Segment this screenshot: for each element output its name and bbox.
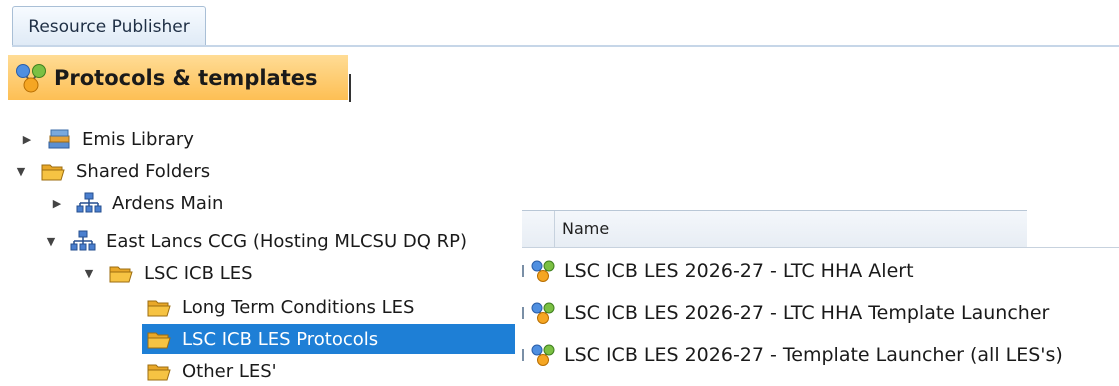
tree-item-lsc-icb-les-protocols[interactable]: LSC ICB LES Protocols bbox=[142, 324, 515, 354]
tree-item-label: Shared Folders bbox=[76, 160, 211, 182]
list-item-name: LSC ICB LES 2026-27 - LTC HHA Template L… bbox=[564, 302, 1050, 324]
column-header-name[interactable]: Name bbox=[562, 211, 609, 247]
row-indicator bbox=[522, 307, 524, 319]
tree-item-label: East Lancs CCG (Hosting MLCSU DQ RP) bbox=[106, 230, 467, 252]
books-icon bbox=[48, 129, 70, 149]
tree-item-label: Other LES' bbox=[182, 360, 277, 382]
tree-item-ardens-main[interactable]: ▶ Ardens Main bbox=[50, 188, 223, 218]
tree-item-shared-folders[interactable]: ▼ Shared Folders bbox=[14, 156, 210, 186]
tree-item-label: Ardens Main bbox=[112, 192, 224, 214]
folder-open-icon bbox=[41, 164, 65, 181]
protocol-icon bbox=[531, 344, 555, 366]
chevron-right-icon[interactable]: ▶ bbox=[50, 196, 64, 210]
tree-item-emis-library[interactable]: ▶ Emis Library bbox=[20, 124, 194, 154]
list-item-name: LSC ICB LES 2026-27 - Template Launcher … bbox=[564, 344, 1063, 366]
row-indicator bbox=[522, 265, 524, 277]
list-item[interactable]: LSC ICB LES 2026-27 - LTC HHA Alert bbox=[522, 254, 1119, 288]
tree-item-label: LSC ICB LES bbox=[144, 262, 253, 284]
tree-item-east-lancs-ccg[interactable]: ▼ East Lancs CCG (Hosting MLCSU DQ RP) bbox=[44, 226, 467, 256]
list-item[interactable]: LSC ICB LES 2026-27 - LTC HHA Template L… bbox=[522, 296, 1119, 330]
tab-resource-publisher[interactable]: Resource Publisher bbox=[12, 6, 206, 46]
resource-list: Name LSC ICB LES 2026-27 - LTC HHA Alert… bbox=[522, 210, 1119, 382]
tree-item-lsc-icb-les[interactable]: ▼ LSC ICB LES bbox=[82, 258, 253, 288]
page-title: Protocols & templates bbox=[54, 65, 318, 90]
folder-open-icon bbox=[147, 364, 171, 381]
chevron-down-icon[interactable]: ▼ bbox=[14, 164, 28, 178]
tree-item-label: LSC ICB LES Protocols bbox=[182, 328, 379, 350]
folder-open-icon bbox=[147, 300, 171, 317]
folder-open-icon bbox=[147, 332, 171, 349]
tab-strip-divider bbox=[12, 45, 1119, 47]
row-indicator bbox=[522, 349, 524, 361]
network-icon bbox=[76, 192, 102, 213]
protocol-icon bbox=[531, 260, 555, 282]
list-item[interactable]: LSC ICB LES 2026-27 - Template Launcher … bbox=[522, 338, 1119, 372]
list-header: Name bbox=[522, 210, 1027, 248]
chevron-down-icon[interactable]: ▼ bbox=[44, 234, 58, 248]
list-item-name: LSC ICB LES 2026-27 - LTC HHA Alert bbox=[564, 260, 914, 282]
protocol-icon bbox=[531, 302, 555, 324]
tree-item-label: Emis Library bbox=[82, 128, 194, 150]
network-icon bbox=[70, 230, 96, 251]
tree-item-long-term-conditions-les[interactable]: Long Term Conditions LES bbox=[146, 292, 414, 322]
list-header-divider bbox=[1027, 247, 1119, 248]
protocol-icon bbox=[16, 63, 46, 92]
folder-open-icon bbox=[109, 266, 133, 283]
chevron-right-icon[interactable]: ▶ bbox=[20, 132, 34, 146]
text-caret bbox=[349, 74, 351, 102]
selector-column-header bbox=[522, 211, 555, 247]
chevron-down-icon[interactable]: ▼ bbox=[82, 266, 96, 280]
tree-item-label: Long Term Conditions LES bbox=[182, 296, 415, 318]
section-header: Protocols & templates bbox=[8, 55, 348, 100]
